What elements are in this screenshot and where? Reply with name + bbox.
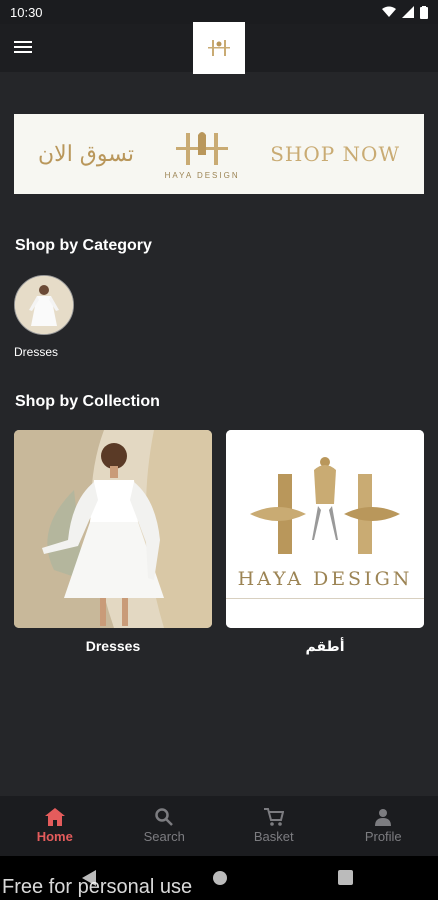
divider [226, 598, 424, 599]
collection-card-dresses[interactable]: Dresses [14, 430, 212, 654]
recents-icon[interactable] [338, 870, 353, 885]
category-label: Dresses [14, 345, 59, 359]
profile-icon [375, 809, 392, 826]
bottom-nav: Home Search Basket Profile [0, 796, 438, 856]
haya-logo-icon [176, 131, 229, 165]
nav-search-label: Search [143, 829, 185, 844]
app-logo[interactable] [193, 22, 245, 74]
promo-banner[interactable]: تسوق الان HAYA DESIGN SHOP NOW [14, 114, 424, 194]
banner-shop-now: SHOP NOW [270, 142, 400, 166]
haya-logo-icon [208, 40, 230, 56]
watermark-text: Free for personal use [2, 876, 193, 898]
status-icons [382, 5, 428, 19]
collection-card-sets[interactable]: HAYA DESIGN أطقم [226, 430, 424, 655]
home-icon [44, 808, 65, 826]
collection-logo-text: HAYA DESIGN [237, 568, 413, 590]
battery-icon [420, 5, 428, 19]
nav-profile[interactable]: Profile [329, 796, 438, 856]
nav-home[interactable]: Home [0, 796, 110, 856]
search-icon [155, 808, 174, 826]
home-circle-icon[interactable] [212, 870, 228, 886]
nav-basket-label: Basket [253, 829, 294, 844]
collection-label: أطقم [305, 638, 345, 654]
dress-photo-icon [14, 430, 212, 628]
app-bar [0, 22, 438, 74]
dress-image-icon [15, 276, 73, 334]
category-section-title: Shop by Category [15, 237, 152, 254]
banner-arabic-text: تسوق الان [38, 141, 134, 167]
signal-icon [402, 6, 414, 18]
menu-button[interactable] [14, 38, 34, 58]
status-time: 10:30 [10, 4, 43, 20]
collection-section-title: Shop by Collection [15, 393, 160, 410]
collection-image: HAYA DESIGN [226, 430, 424, 628]
wifi-icon [382, 6, 396, 17]
category-item-dresses[interactable]: Dresses [14, 275, 74, 359]
status-bar: 10:30 [0, 0, 438, 24]
banner-brand-text: HAYA DESIGN [164, 170, 240, 180]
banner-logo: HAYA DESIGN [165, 129, 240, 180]
nav-search[interactable]: Search [110, 796, 220, 856]
collection-image [14, 430, 212, 628]
collection-label: Dresses [85, 638, 141, 654]
cart-icon [263, 808, 284, 826]
nav-home-label: Home [36, 829, 73, 844]
nav-profile-label: Profile [364, 829, 402, 844]
nav-basket[interactable]: Basket [219, 796, 329, 856]
category-image [14, 275, 74, 335]
